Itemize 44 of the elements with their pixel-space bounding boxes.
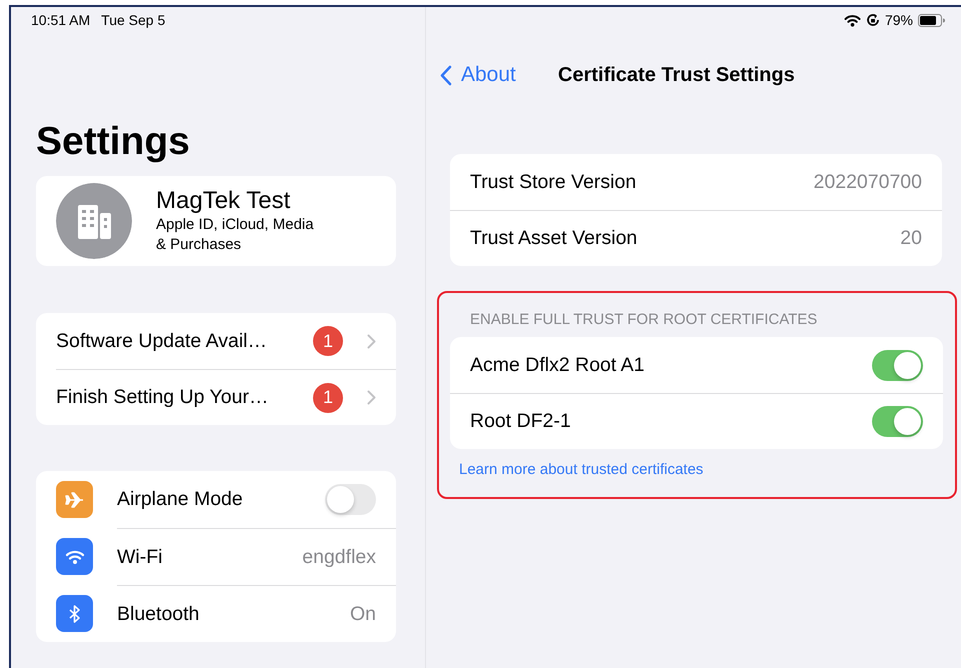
settings-row[interactable]: Bluetooth On [117,585,396,642]
account-name: MagTek Test [156,187,292,215]
wifi-icon [844,14,861,26]
row-label: Airplane Mode [117,488,244,511]
row-value: 2022070700 [814,170,922,194]
section-header: ENABLE FULL TRUST FOR ROOT CERTIFICATES [469,311,818,329]
avatar-icon [56,183,132,259]
learn-more-link[interactable]: Learn more about trusted certificates [459,461,704,479]
status-date: Tue Sep 5 [101,12,166,28]
chevron-icon [367,390,376,405]
certificate-name: Root DF2-1 [470,410,572,433]
toggle-switch[interactable] [872,406,923,437]
back-chevron-icon [440,64,452,86]
back-button[interactable]: About [440,63,558,87]
row-label: Trust Asset Version [470,227,638,250]
row-label: Bluetooth [117,602,200,626]
account-card[interactable]: MagTek Test Apple ID, iCloud, Media & Purchases [36,176,396,266]
certificate-name: Acme Dflx2 Root A1 [470,354,646,376]
bluetooth-icon [68,604,82,624]
chevron-icon [367,334,376,348]
row-label: Trust Store Version [470,170,638,194]
notification-badge: 1 [313,382,343,412]
status-time: 10:51 AM [31,12,90,28]
settings-row[interactable]: Airplane Mode [117,471,396,528]
page-title: Settings [36,120,191,164]
row-label: Finish Setting Up Your… [56,386,270,409]
settings-row[interactable]: Software Update Avail… 1 [56,313,396,369]
row-value: engdflex [302,546,376,568]
row-label: Wi-Fi [117,546,164,568]
row-value: 20 [900,227,922,250]
toggle-switch[interactable] [872,350,923,380]
settings-row[interactable]: Finish Setting Up Your… 1 [56,369,396,425]
airplane-icon [64,490,84,510]
row-value: On [350,602,376,626]
battery-percent: 79% [884,12,913,28]
row-label: Software Update Avail… [56,330,268,352]
account-subtitle: Apple ID, iCloud, Media & Purchases [156,215,314,255]
toggle-switch[interactable] [325,484,376,515]
battery-icon [918,14,945,26]
notification-badge: 1 [313,326,343,356]
wifi-icon [64,548,84,564]
nav-title: Certificate Trust Settings [558,64,795,86]
settings-row[interactable]: Wi-Fi engdflex [117,528,396,585]
rotation-lock-icon [866,13,880,27]
